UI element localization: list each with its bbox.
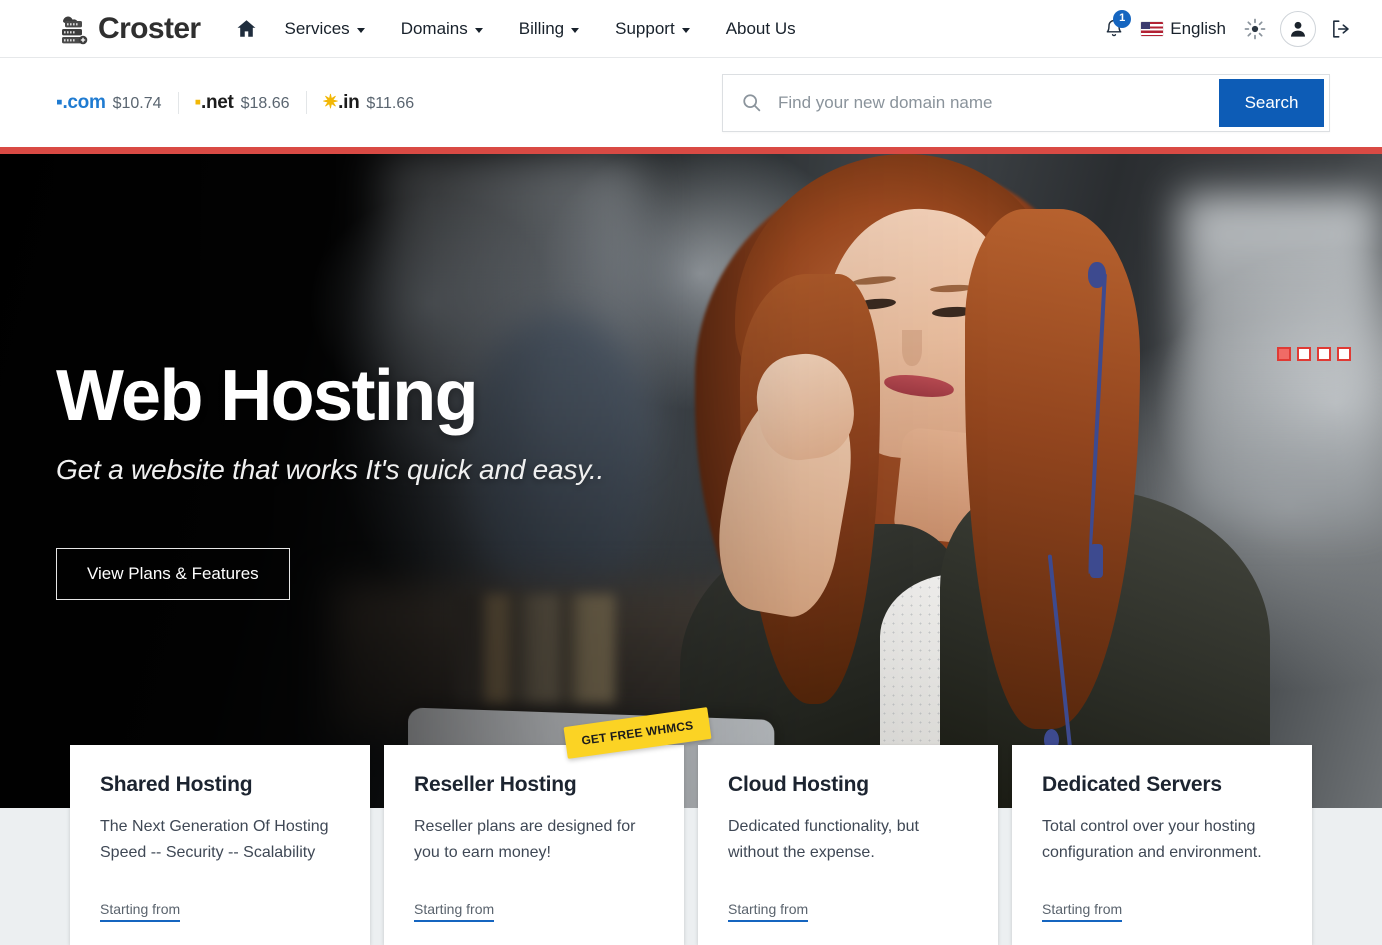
card-cloud-hosting[interactable]: Cloud Hosting Dedicated functionality, b… bbox=[698, 745, 998, 945]
card-dedicated-servers[interactable]: Dedicated Servers Total control over you… bbox=[1012, 745, 1312, 945]
hero-content: Web Hosting Get a website that works It'… bbox=[56, 360, 604, 600]
tld-price: $11.66 bbox=[366, 95, 414, 113]
tld-price: $18.66 bbox=[241, 95, 290, 113]
search-button[interactable]: Search bbox=[1219, 79, 1324, 127]
nav-right-group: 1 English bbox=[1097, 11, 1358, 47]
card-reseller-hosting[interactable]: GET FREE WHMCS Reseller Hosting Reseller… bbox=[384, 745, 684, 945]
nav-item-services[interactable]: Services bbox=[267, 11, 383, 47]
tld-price-list: ▪.com $10.74 ▪.net $18.66 ✷.in $11.66 bbox=[56, 91, 430, 114]
carousel-indicators bbox=[1277, 347, 1351, 361]
hero-subtitle: Get a website that works It's quick and … bbox=[56, 454, 604, 486]
carousel-dot-1[interactable] bbox=[1277, 347, 1291, 361]
account-button[interactable] bbox=[1280, 11, 1316, 47]
chevron-down-icon bbox=[357, 28, 365, 33]
notification-count-badge: 1 bbox=[1113, 10, 1131, 28]
cloud-server-icon bbox=[56, 12, 92, 46]
chevron-down-icon bbox=[571, 28, 579, 33]
brand-logo[interactable]: Croster bbox=[56, 12, 201, 46]
nav-label: Billing bbox=[519, 19, 564, 39]
carousel-dot-3[interactable] bbox=[1317, 347, 1331, 361]
chevron-down-icon bbox=[682, 28, 690, 33]
nav-label: Domains bbox=[401, 19, 468, 39]
tld-name: .net bbox=[201, 92, 234, 113]
hosting-plan-cards: Shared Hosting The Next Generation Of Ho… bbox=[0, 745, 1382, 945]
card-description: The Next Generation Of Hosting Speed -- … bbox=[100, 814, 340, 866]
card-title: Cloud Hosting bbox=[728, 773, 968, 797]
card-shared-hosting[interactable]: Shared Hosting The Next Generation Of Ho… bbox=[70, 745, 370, 945]
domain-search-bar: ▪.com $10.74 ▪.net $18.66 ✷.in $11.66 Se… bbox=[0, 58, 1382, 147]
nav-item-domains[interactable]: Domains bbox=[383, 11, 501, 47]
logout-icon bbox=[1330, 18, 1352, 40]
nav-item-billing[interactable]: Billing bbox=[501, 11, 597, 47]
chevron-down-icon bbox=[475, 28, 483, 33]
accent-divider bbox=[0, 147, 1382, 154]
card-description: Dedicated functionality, but without the… bbox=[728, 814, 968, 866]
carousel-dot-4[interactable] bbox=[1337, 347, 1351, 361]
language-selector[interactable]: English bbox=[1135, 15, 1234, 43]
card-starting-from-link[interactable]: Starting from bbox=[1042, 901, 1122, 922]
tld-name: .in bbox=[338, 92, 359, 113]
sun-gear-icon bbox=[1244, 18, 1266, 40]
card-starting-from-link[interactable]: Starting from bbox=[100, 901, 180, 922]
tld-price-item[interactable]: ▪.net $18.66 bbox=[178, 92, 306, 114]
nav-item-support[interactable]: Support bbox=[597, 11, 708, 47]
search-input[interactable] bbox=[762, 93, 1219, 113]
search-icon bbox=[741, 92, 762, 113]
carousel-dot-2[interactable] bbox=[1297, 347, 1311, 361]
nav-label: Services bbox=[285, 19, 350, 39]
language-label: English bbox=[1170, 19, 1226, 39]
main-menu: Services Domains Billing Support About U… bbox=[227, 9, 814, 49]
tld-name: .com bbox=[62, 92, 105, 113]
notifications-button[interactable]: 1 bbox=[1097, 12, 1131, 46]
nav-item-about-us[interactable]: About Us bbox=[708, 11, 814, 47]
card-starting-from-link[interactable]: Starting from bbox=[414, 901, 494, 922]
card-title: Shared Hosting bbox=[100, 773, 340, 797]
top-navigation-bar: Croster Services Domains Billing Supp bbox=[0, 0, 1382, 58]
brand-name: Croster bbox=[98, 14, 201, 44]
domain-search-box: Search bbox=[722, 74, 1330, 132]
tld-price-item[interactable]: ▪.com $10.74 bbox=[56, 92, 178, 114]
page-root: Croster Services Domains Billing Supp bbox=[0, 0, 1382, 945]
card-description: Reseller plans are designed for you to e… bbox=[414, 814, 654, 866]
home-icon[interactable] bbox=[227, 9, 267, 49]
card-starting-from-link[interactable]: Starting from bbox=[728, 901, 808, 922]
tld-price-item[interactable]: ✷.in $11.66 bbox=[306, 91, 431, 114]
hero-title: Web Hosting bbox=[56, 360, 604, 432]
logout-button[interactable] bbox=[1324, 12, 1358, 46]
view-plans-button[interactable]: View Plans & Features bbox=[56, 548, 290, 600]
tld-price: $10.74 bbox=[113, 95, 162, 113]
user-avatar-icon bbox=[1288, 19, 1308, 39]
card-title: Dedicated Servers bbox=[1042, 773, 1282, 797]
card-title: Reseller Hosting bbox=[414, 773, 654, 797]
us-flag-icon bbox=[1141, 22, 1163, 36]
theme-toggle-button[interactable] bbox=[1238, 12, 1272, 46]
card-description: Total control over your hosting configur… bbox=[1042, 814, 1282, 866]
nav-label: Support bbox=[615, 19, 675, 39]
nav-label: About Us bbox=[726, 19, 796, 39]
